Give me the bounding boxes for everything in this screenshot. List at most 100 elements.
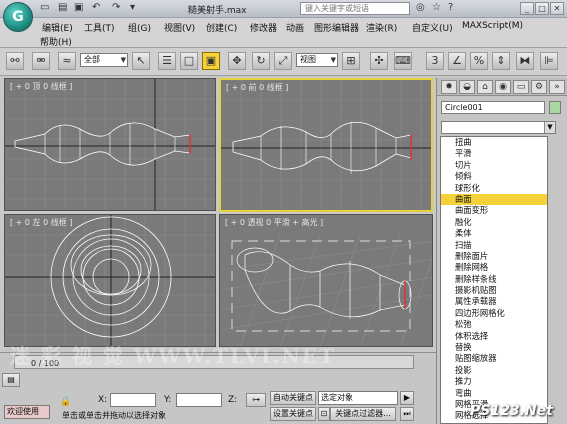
modifier-item[interactable]: 贴图缩放器 (441, 353, 547, 364)
scale-icon[interactable]: ⤢ (274, 52, 292, 70)
motion-tab-icon[interactable]: ◉ (495, 80, 511, 94)
menu-tools[interactable]: 工具(T) (84, 21, 115, 34)
key-mode-icon[interactable]: ⊡ (318, 407, 330, 421)
menu-animation[interactable]: 动画 (286, 21, 304, 34)
hierarchy-tab-icon[interactable]: ⌂ (477, 80, 493, 94)
key-icon[interactable]: ⊶ (246, 393, 266, 407)
y-coord-field[interactable] (176, 393, 222, 407)
modifier-item[interactable]: 摄影机贴图 (441, 285, 547, 296)
rect-select-region-icon[interactable]: ▣ (202, 52, 220, 70)
modifier-item[interactable]: 柔体 (441, 228, 547, 239)
select-manipulate-icon[interactable]: ✣ (370, 52, 388, 70)
selection-lock-icon[interactable]: 🔒 (60, 397, 71, 407)
select-object-icon[interactable]: ↖ (132, 52, 150, 70)
mirror-icon[interactable]: ⧓ (516, 52, 534, 70)
viewport-left-label[interactable]: [ + 0 左 0 线框 ] (10, 217, 72, 228)
unlink-icon[interactable]: ⚮ (32, 52, 50, 70)
minimize-button[interactable]: _ (520, 2, 534, 15)
key-filters-button[interactable]: 关键点过滤器... (330, 407, 396, 421)
modifier-item[interactable]: 删除样条线 (441, 274, 547, 285)
menu-modifiers[interactable]: 修改器 (250, 21, 277, 34)
reference-coord-dropdown[interactable]: 视图 (296, 53, 338, 67)
dropdown-icon[interactable]: ▾ (130, 2, 135, 13)
menu-customize[interactable]: 自定义(U) (412, 21, 453, 34)
menu-group[interactable]: 组(G) (128, 21, 151, 34)
modifier-item[interactable]: 四边形网格化 (441, 308, 547, 319)
angle-snap-icon[interactable]: ∠ (448, 52, 466, 70)
modifier-item[interactable]: 弯曲 (441, 388, 547, 399)
modifier-item[interactable]: 曲面 (441, 193, 547, 206)
menu-help[interactable]: 帮助(H) (40, 35, 72, 48)
align-icon[interactable]: ⊫ (540, 52, 558, 70)
more-tabs-icon[interactable]: » (549, 80, 565, 94)
rect-region-icon[interactable]: □ (180, 52, 198, 70)
object-name-field[interactable]: Circle001 (441, 101, 545, 114)
modify-tab-icon[interactable]: ◒ (459, 80, 475, 94)
maximize-button[interactable]: □ (535, 2, 549, 15)
undo-icon[interactable]: ↶ (92, 2, 100, 13)
create-tab-icon[interactable]: ✸ (441, 80, 457, 94)
save-icon[interactable]: ▣ (74, 2, 83, 13)
viewport-top-label[interactable]: [ + 0 顶 0 线框 ] (10, 81, 72, 92)
menu-create[interactable]: 创建(C) (206, 21, 237, 34)
modifier-item[interactable]: 松弛 (441, 319, 547, 330)
object-color-swatch[interactable] (549, 101, 561, 114)
percent-snap-icon[interactable]: % (470, 52, 488, 70)
modifier-item[interactable]: 替换 (441, 342, 547, 353)
modifier-list-dropdown[interactable]: ▼ (441, 121, 556, 134)
link-icon[interactable]: ⚯ (6, 52, 24, 70)
chevron-down-icon[interactable]: ▼ (544, 122, 555, 133)
selected-object-dropdown[interactable]: 选定对象 (318, 391, 398, 405)
maxscript-listener-icon[interactable]: ▤ (2, 373, 20, 387)
menu-graph-editors[interactable]: 图形编辑器 (314, 21, 359, 34)
modifier-item[interactable]: 属性承载器 (441, 296, 547, 307)
redo-icon[interactable]: ↷ (112, 2, 120, 13)
viewport-perspective[interactable]: [ + 0 透视 0 平滑 + 高光 ] (219, 214, 433, 347)
set-key-button[interactable]: 设置关键点 (270, 407, 316, 421)
play-icon[interactable]: ▶ (400, 391, 414, 405)
search-input[interactable]: 键入关键字或短语 (300, 2, 410, 15)
modifier-item[interactable]: 融化 (441, 217, 547, 228)
modifier-item[interactable]: 扫描 (441, 240, 547, 251)
move-icon[interactable]: ✥ (228, 52, 246, 70)
spinner-snap-icon[interactable]: ⇕ (492, 52, 510, 70)
binoculars-icon[interactable]: ◎ (416, 2, 425, 13)
viewport-left[interactable]: [ + 0 左 0 线框 ] (4, 214, 216, 347)
menu-views[interactable]: 视图(V) (164, 21, 195, 34)
modifier-item[interactable]: 倾斜 (441, 171, 547, 182)
modifier-item[interactable]: 切片 (441, 160, 547, 171)
x-coord-field[interactable] (110, 393, 156, 407)
utilities-tab-icon[interactable]: ⚙ (531, 80, 547, 94)
star-icon[interactable]: ☆ (432, 2, 441, 13)
modifier-list[interactable]: 扭曲 平滑 切片 倾斜 球形化 曲面 曲面变形 融化 柔体 扫描 删除面片 删除网格 删除样条线 摄影机贴… (440, 136, 548, 424)
modifier-item[interactable]: 扭曲 (441, 137, 547, 148)
pivot-center-icon[interactable]: ⊞ (342, 52, 360, 70)
viewport-top[interactable]: [ + 0 顶 0 线框 ] (4, 78, 216, 211)
bind-space-warp-icon[interactable]: ≈ (58, 52, 76, 70)
viewport-front-label[interactable]: [ + 0 前 0 线框 ] (226, 82, 288, 93)
next-frame-icon[interactable]: ⏭ (400, 407, 414, 421)
close-button[interactable]: ✕ (550, 2, 564, 15)
select-by-name-icon[interactable]: ☰ (158, 52, 176, 70)
auto-key-button[interactable]: 自动关键点 (270, 391, 316, 405)
modifier-item[interactable]: 体积选择 (441, 331, 547, 342)
modifier-item[interactable]: 删除面片 (441, 251, 547, 262)
modifier-item[interactable]: 删除网格 (441, 262, 547, 273)
modifier-item[interactable]: 投影 (441, 365, 547, 376)
display-tab-icon[interactable]: ▭ (513, 80, 529, 94)
new-file-icon[interactable]: ▭ (40, 2, 49, 13)
rotate-icon[interactable]: ↻ (252, 52, 270, 70)
menu-rendering[interactable]: 渲染(R) (366, 21, 397, 34)
help-icon[interactable]: ? (448, 2, 453, 13)
modifier-item[interactable]: 推力 (441, 376, 547, 387)
selection-filter-dropdown[interactable]: 全部 (80, 53, 128, 67)
snap-toggle-icon[interactable]: 3 (426, 52, 444, 70)
keyboard-shortcut-icon[interactable]: ⌨ (394, 52, 412, 70)
app-logo-icon[interactable]: G (3, 2, 33, 32)
modifier-item[interactable]: 球形化 (441, 183, 547, 194)
modifier-item[interactable]: 平滑 (441, 148, 547, 159)
viewport-front[interactable]: [ + 0 前 0 线框 ] (219, 78, 433, 212)
modifier-item[interactable]: 曲面变形 (441, 205, 547, 216)
menu-edit[interactable]: 编辑(E) (42, 21, 73, 34)
viewport-perspective-label[interactable]: [ + 0 透视 0 平滑 + 高光 ] (225, 217, 323, 228)
